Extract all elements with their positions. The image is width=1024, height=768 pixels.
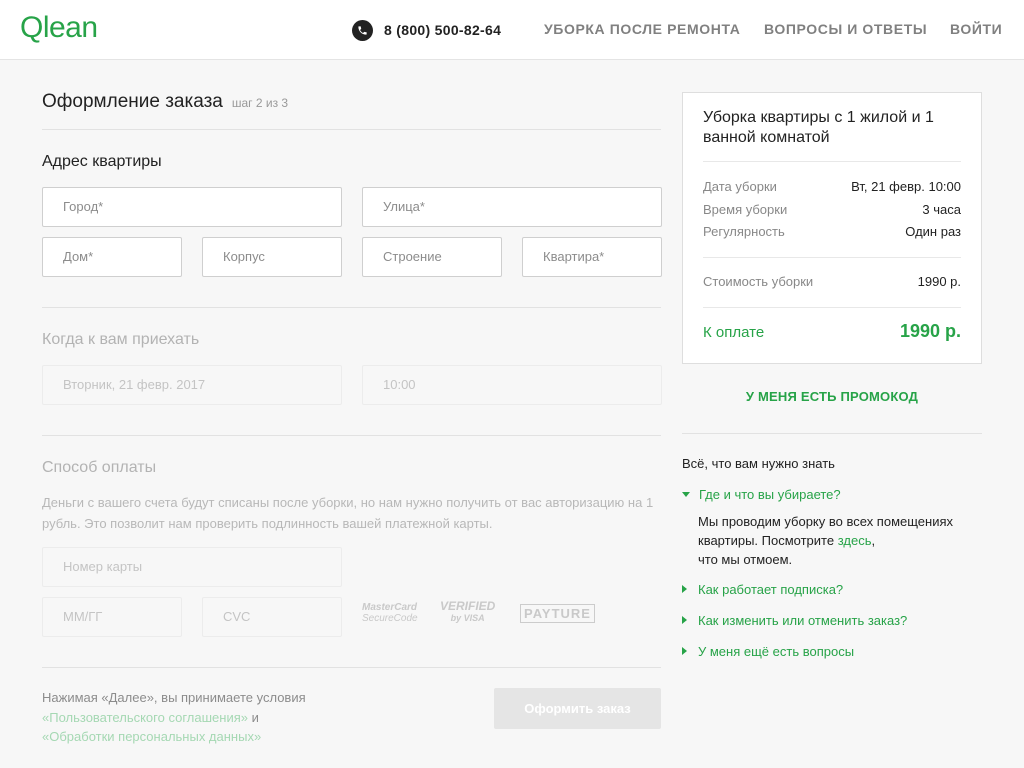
caret-right-icon: [682, 647, 687, 655]
faq-question-open[interactable]: Где и что вы убираете?: [682, 487, 841, 502]
divider: [703, 307, 961, 308]
answer-link[interactable]: здесь: [838, 533, 872, 548]
caret-right-icon: [682, 616, 687, 624]
when-heading: Когда к вам приехать: [42, 331, 200, 348]
summary-row-duration: Время уборки 3 часа: [703, 202, 961, 217]
verified-by-visa-logo: VERIFIED by VISA: [440, 600, 495, 624]
nav-faq[interactable]: Вопросы и ответы: [764, 21, 927, 37]
address-heading: Адрес квартиры: [42, 153, 162, 170]
terms-and: и: [251, 709, 259, 725]
row-label: Стоимость уборки: [703, 274, 814, 289]
row-value: 1990 р.: [917, 274, 961, 289]
faq-answer: Мы проводим уборку во всех помещениях кв…: [698, 514, 953, 567]
row-label: Регулярность: [703, 224, 785, 239]
nav-renovation-cleaning[interactable]: Уборка после ремонта: [544, 21, 740, 37]
building-input[interactable]: Корпус: [202, 237, 342, 277]
terms-intro: Нажимая «Далее», вы принимаете условия: [42, 690, 306, 705]
terms-text: Нажимая «Далее», вы принимаете условия «…: [42, 688, 306, 747]
personal-data-link[interactable]: «Обработки персональных данных»: [42, 727, 306, 747]
faq-question-more[interactable]: У меня ещё есть вопросы: [682, 644, 854, 659]
divider: [42, 307, 661, 308]
payture-logo: PAYTURE: [520, 604, 595, 623]
answer-text: Мы проводим уборку во всех помещениях кв…: [698, 514, 953, 548]
time-input[interactable]: 10:00: [362, 365, 662, 405]
house-input[interactable]: Дом*: [42, 237, 182, 277]
divider: [42, 435, 661, 436]
by-visa-text: by VISA: [450, 613, 485, 623]
page-title-text: Оформление заказа: [42, 91, 223, 112]
row-value: 3 часа: [922, 202, 961, 217]
divider: [703, 257, 961, 258]
expiry-input[interactable]: ММ/ГГ: [42, 597, 182, 637]
summary-row-date: Дата уборки Вт, 21 февр. 10:00: [703, 179, 961, 194]
city-input[interactable]: Город*: [42, 187, 342, 227]
faq-question-text: Как изменить или отменить заказ?: [698, 613, 908, 628]
summary-row-cost: Стоимость уборки 1990 р.: [703, 274, 961, 289]
faq-question-subscription[interactable]: Как работает подписка?: [682, 582, 843, 597]
securecode-text: SecureCode: [362, 613, 418, 624]
cvc-input[interactable]: CVC: [202, 597, 342, 637]
payment-note: Деньги с вашего счета будут списаны посл…: [42, 495, 654, 531]
date-input[interactable]: Вторник, 21 февр. 2017: [42, 365, 342, 405]
faq-question-text: Как работает подписка?: [698, 582, 844, 597]
summary-row-regularity: Регулярность Один раз: [703, 224, 961, 239]
summary-total: К оплате 1990 р.: [703, 321, 961, 342]
top-header: Qlean 8 (800) 500-82-64 Уборка после рем…: [0, 0, 1024, 60]
phone-icon: [352, 19, 373, 41]
divider: [42, 129, 661, 130]
divider: [703, 161, 961, 162]
promo-code-link[interactable]: У меня есть промокод: [682, 389, 982, 404]
terms-line-2: «Пользовательского соглашения» и: [42, 708, 306, 728]
total-value: 1990 р.: [899, 321, 961, 341]
qlean-logo[interactable]: Qlean: [20, 10, 98, 46]
faq-heading: Всё, что вам нужно знать: [682, 456, 835, 471]
payment-heading: Способ оплаты: [42, 459, 157, 476]
phone-contact[interactable]: 8 (800) 500-82-64: [352, 18, 501, 42]
verified-text: VERIFIED: [440, 599, 496, 613]
structure-input[interactable]: Строение: [362, 237, 502, 277]
caret-right-icon: [682, 585, 687, 593]
nav-login[interactable]: Войти: [950, 21, 1002, 37]
card-number-input[interactable]: Номер карты: [42, 547, 342, 587]
apartment-input[interactable]: Квартира*: [522, 237, 662, 277]
order-summary-card: Уборка квартиры с 1 жилой и 1 ванной ком…: [682, 92, 982, 364]
mastercard-text: MasterCard: [362, 602, 418, 613]
page-title: Оформление заказа шаг 2 из 3: [42, 91, 288, 113]
user-agreement-link[interactable]: «Пользовательского соглашения»: [42, 710, 248, 725]
mastercard-securecode-logo: MasterCard SecureCode: [362, 602, 418, 624]
row-value: Один раз: [905, 224, 961, 239]
row-value: Вт, 21 февр. 10:00: [851, 179, 961, 194]
row-label: Время уборки: [703, 202, 788, 217]
faq-question-change-order[interactable]: Как изменить или отменить заказ?: [682, 613, 907, 628]
phone-number[interactable]: 8 (800) 500-82-64: [384, 22, 501, 38]
divider: [682, 433, 982, 434]
total-label: К оплате: [703, 324, 765, 341]
street-input[interactable]: Улица*: [362, 187, 662, 227]
answer-text-end: что мы отмоем.: [698, 552, 793, 567]
faq-question-text: Где и что вы убираете?: [699, 487, 841, 502]
caret-down-icon: [682, 492, 690, 497]
divider: [42, 667, 661, 668]
summary-title: Уборка квартиры с 1 жилой и 1 ванной ком…: [703, 109, 934, 146]
step-indicator: шаг 2 из 3: [231, 96, 289, 110]
row-label: Дата уборки: [703, 179, 777, 194]
submit-order-button[interactable]: Оформить заказ: [494, 688, 661, 729]
faq-question-text: У меня ещё есть вопросы: [698, 644, 855, 659]
